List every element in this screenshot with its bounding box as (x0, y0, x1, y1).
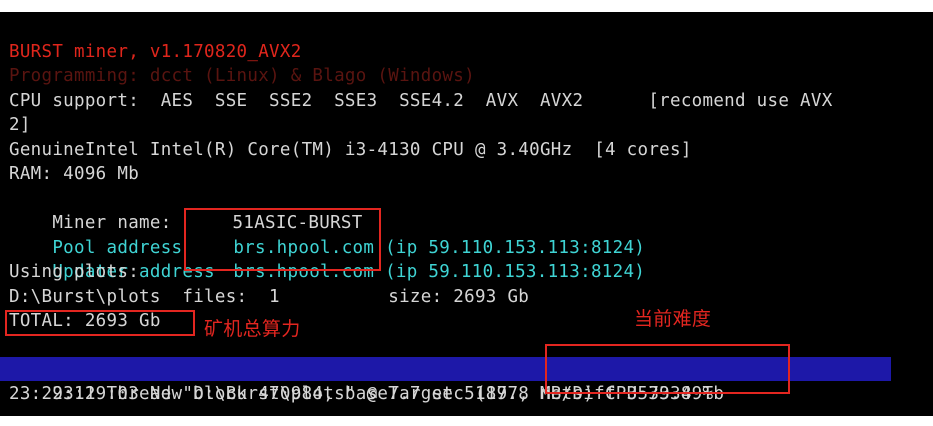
total-power-annotation: 矿机总算力 (204, 318, 301, 340)
cpu-model-line: GenuineIntel Intel(R) Core(TM) i3-4130 C… (9, 140, 692, 160)
total-highlight-box (5, 310, 195, 336)
pool-address-highlight-box (184, 208, 381, 271)
programming-credit: Programming: dcct (Linux) & Blago (Windo… (9, 66, 475, 86)
plots-path-line: D:\Burst\plots files: 1 size: 2693 Gb (9, 287, 530, 307)
console-window: BURST miner, v1.170820_AVX2 Programming:… (0, 12, 933, 416)
ram-line: RAM: 4096 Mb (9, 164, 140, 184)
net-diff-highlight-box (545, 344, 790, 394)
cpu-support-wrap: 2] (9, 115, 31, 135)
using-plots-line: Using plots: (9, 262, 140, 282)
current-difficulty-annotation: 当前难度 (634, 308, 712, 330)
updater-address-ip: (ip 59.110.153.113:8124) (385, 261, 646, 282)
miner-title: BURST miner, v1.170820_AVX2 (9, 42, 302, 62)
cpu-support-line: CPU support: AES SSE SSE2 SSE3 SSE4.2 AV… (9, 91, 833, 111)
